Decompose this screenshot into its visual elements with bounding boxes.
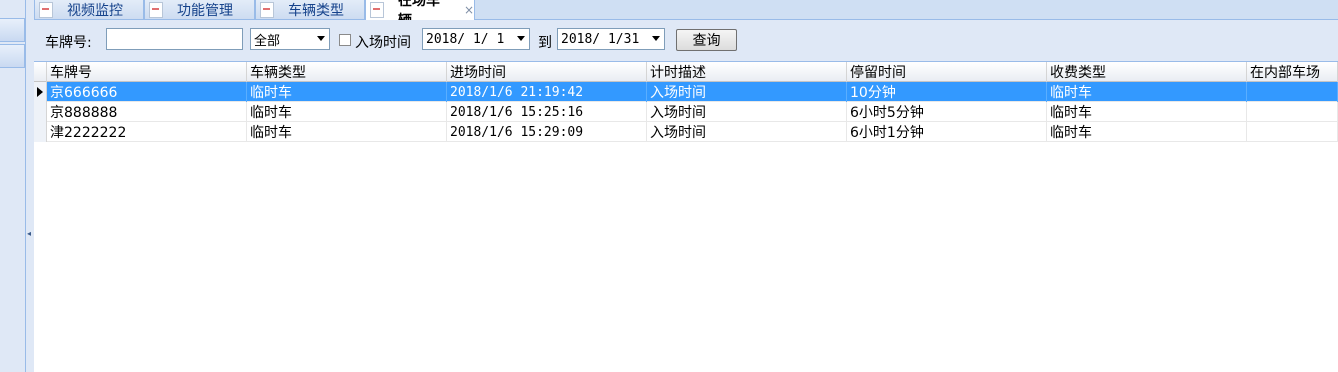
cell-timing-desc[interactable]: 入场时间 [647,122,847,142]
table-row[interactable]: 津2222222 临时车 2018/1/6 15:29:09 入场时间 6小时1… [34,122,1338,142]
table-row[interactable]: 京888888 临时车 2018/1/6 15:25:16 入场时间 6小时5分… [34,102,1338,122]
cell-vehicle-type[interactable]: 临时车 [247,122,447,142]
document-icon [260,1,274,18]
column-header-plate[interactable]: 车牌号 [47,62,247,82]
cell-timing-desc[interactable]: 入场时间 [647,82,847,102]
grid-header: 车牌号 车辆类型 进场时间 计时描述 停留时间 收费类型 在内部车场 [34,62,1338,82]
cell-entry-time[interactable]: 2018/1/6 21:19:42 [447,82,647,102]
to-label: 到 [538,35,552,51]
plate-label: 车牌号: [45,35,92,51]
tab-video-monitor[interactable]: 视频监控 [34,0,144,20]
cell-entry-time[interactable]: 2018/1/6 15:29:09 [447,122,647,142]
query-button[interactable]: 查询 [676,29,737,51]
app-window: ◂ 视频监控 功能管理 车辆类型 在场车辆 × 车牌号: 全部 入场时间 [0,0,1338,372]
cell-plate[interactable]: 京666666 [47,82,247,102]
cell-inner-lot[interactable] [1247,82,1338,102]
column-header-vehicle-type[interactable]: 车辆类型 [247,62,447,82]
document-icon [39,1,53,18]
tab-vehicles-on-site[interactable]: 在场车辆 × [365,0,475,29]
cell-inner-lot[interactable] [1247,102,1338,122]
document-icon [149,1,163,18]
row-header-corner [34,62,47,82]
chevron-down-icon [517,36,525,41]
cell-entry-time[interactable]: 2018/1/6 15:25:16 [447,102,647,122]
filter-toolbar: 车牌号: 全部 入场时间 2018/ 1/ 1 到 2018/ 1/31 查询 [34,20,1338,62]
cell-stay-time[interactable]: 6小时5分钟 [847,102,1047,122]
cell-vehicle-type[interactable]: 临时车 [247,102,447,122]
tab-label: 车辆类型 [288,2,344,19]
date-to-value: 2018/ 1/31 [561,31,640,47]
entry-time-checkbox[interactable] [339,34,351,46]
cell-fee-type[interactable]: 临时车 [1047,82,1247,102]
row-header[interactable] [34,82,47,102]
cell-stay-time[interactable]: 6小时1分钟 [847,122,1047,142]
left-rail: ◂ [0,0,34,372]
cell-inner-lot[interactable] [1247,122,1338,142]
date-from-value: 2018/ 1/ 1 [426,31,505,47]
rail-button-2[interactable] [0,44,25,68]
column-header-inner-lot[interactable]: 在内部车场 [1247,62,1338,82]
close-icon[interactable]: × [464,3,474,17]
cell-plate[interactable]: 京888888 [47,102,247,122]
cell-vehicle-type[interactable]: 临时车 [247,82,447,102]
chevron-down-icon [652,36,660,41]
cell-timing-desc[interactable]: 入场时间 [647,102,847,122]
select-value: 全部 [254,33,281,49]
column-header-entry-time[interactable]: 进场时间 [447,62,647,82]
tab-function-management[interactable]: 功能管理 [144,0,255,20]
current-row-pointer-icon [37,87,43,97]
splitter[interactable] [25,0,34,372]
rail-button-1[interactable] [0,18,25,42]
tab-label: 视频监控 [67,2,123,19]
tab-strip: 视频监控 功能管理 车辆类型 在场车辆 × [34,0,1338,29]
cell-fee-type[interactable]: 临时车 [1047,102,1247,122]
date-from-picker[interactable]: 2018/ 1/ 1 [422,28,530,50]
column-header-fee-type[interactable]: 收费类型 [1047,62,1247,82]
column-header-timing-desc[interactable]: 计时描述 [647,62,847,82]
document-icon [370,2,384,18]
entry-time-label: 入场时间 [355,35,411,51]
cell-stay-time[interactable]: 10分钟 [847,82,1047,102]
table-row[interactable]: 京666666 临时车 2018/1/6 21:19:42 入场时间 10分钟 … [34,82,1338,102]
column-header-stay-time[interactable]: 停留时间 [847,62,1047,82]
plate-input[interactable] [106,28,243,50]
date-to-picker[interactable]: 2018/ 1/31 [557,28,665,50]
row-header[interactable] [34,122,47,142]
cell-plate[interactable]: 津2222222 [47,122,247,142]
vehicle-grid: 车牌号 车辆类型 进场时间 计时描述 停留时间 收费类型 在内部车场 京6666… [34,62,1338,372]
vehicle-type-select[interactable]: 全部 [250,28,330,50]
tab-label: 功能管理 [177,2,233,19]
collapse-arrow-icon[interactable]: ◂ [27,229,31,238]
cell-fee-type[interactable]: 临时车 [1047,122,1247,142]
row-header[interactable] [34,102,47,122]
tab-vehicle-type[interactable]: 车辆类型 [255,0,365,20]
chevron-down-icon [317,36,325,41]
